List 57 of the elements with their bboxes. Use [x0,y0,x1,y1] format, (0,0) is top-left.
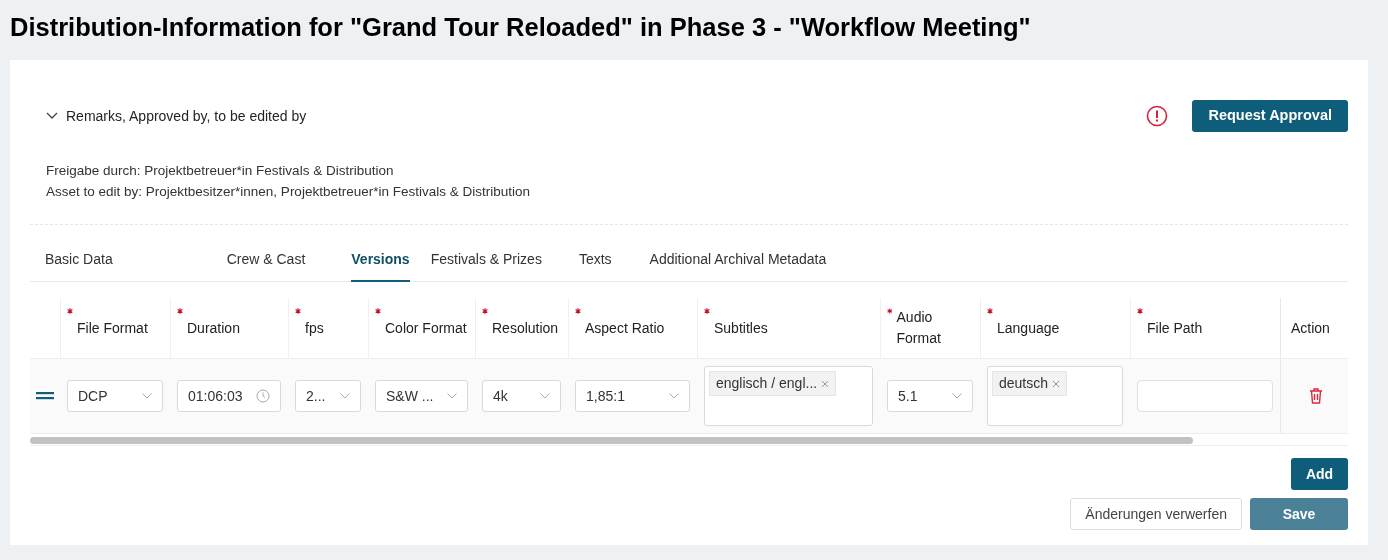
tab[interactable]: Basic Data [45,249,113,282]
remarks-toggle[interactable]: Remarks, Approved by, to be edited by [46,105,307,127]
select-field[interactable]: 1,85:1 [575,380,690,412]
select-value: DCP [78,386,108,406]
column-header: Action [1291,318,1330,338]
chevron-down-icon [669,393,679,399]
chevron-down-icon [142,393,152,399]
discard-button[interactable]: Änderungen verwerfen [1070,498,1242,530]
tag-label: englisch / engl... [716,374,818,393]
delete-button[interactable] [1308,388,1323,404]
column-header: File Format [77,318,148,338]
text-field[interactable] [1137,380,1273,412]
select-field[interactable]: 5.1 [887,380,973,412]
column-header: Language [997,318,1060,338]
time-value: 01:06:03 [188,386,243,406]
scrollbar-thumb[interactable] [30,437,1193,444]
clock-icon [256,389,270,403]
time-field[interactable]: 01:06:03 [177,380,281,412]
drag-handle-icon [36,392,54,400]
column-header: Color Format [385,318,467,338]
chevron-down-icon [540,393,550,399]
add-button[interactable]: Add [1291,458,1348,490]
column-header: File Path [1147,318,1203,338]
chevron-down-icon [340,393,350,399]
select-value: S&W ... [386,386,434,406]
tags-field[interactable]: deutsch [987,366,1123,426]
tab[interactable]: Crew & Cast [226,249,306,282]
tab[interactable]: Additional Archival Metadata [649,249,827,282]
select-value: 4k [493,386,508,406]
column-header: fps [305,318,324,338]
select-field[interactable]: S&W ... [375,380,468,412]
tab[interactable]: Versions [351,249,410,282]
select-field[interactable]: 4k [482,380,561,412]
remarks-text: Asset to edit by: Projektbesitzer*innen, Projektbetreuer*in Festivals & Distribution [46,183,531,201]
chevron-down-icon [46,112,58,120]
tag-label: deutsch [999,374,1049,393]
select-value: 5.1 [898,386,918,406]
column-header: Duration [187,318,240,338]
select-field[interactable]: DCP [67,380,163,412]
select-field[interactable]: 2... [295,380,361,412]
page-title: Distribution-Information for "Grand Tour Reloaded" in Phase 3 - "Workflow Meeting" [10,12,1032,43]
column-header: Resolution [492,318,559,338]
column-header: Aspect Ratio [585,318,665,338]
remove-icon [821,379,830,388]
tags-field[interactable]: englisch / engl... [704,366,873,426]
request-approval-button[interactable]: Request Approval [1192,100,1348,132]
column-header: Subtitles [714,318,768,338]
trash-icon [1308,388,1323,404]
chevron-down-icon [447,393,457,399]
column-header: Audio Format [896,308,942,348]
select-value: 1,85:1 [586,386,625,406]
tab[interactable]: Festivals & Prizes [430,249,542,282]
tab[interactable]: Texts [578,249,612,282]
select-value: 2... [306,386,326,406]
remove-icon [1052,379,1061,388]
remarks-text: Freigabe durch: Projektbetreuer*in Festivals & Distribution [46,162,395,180]
chevron-down-icon [952,393,962,399]
